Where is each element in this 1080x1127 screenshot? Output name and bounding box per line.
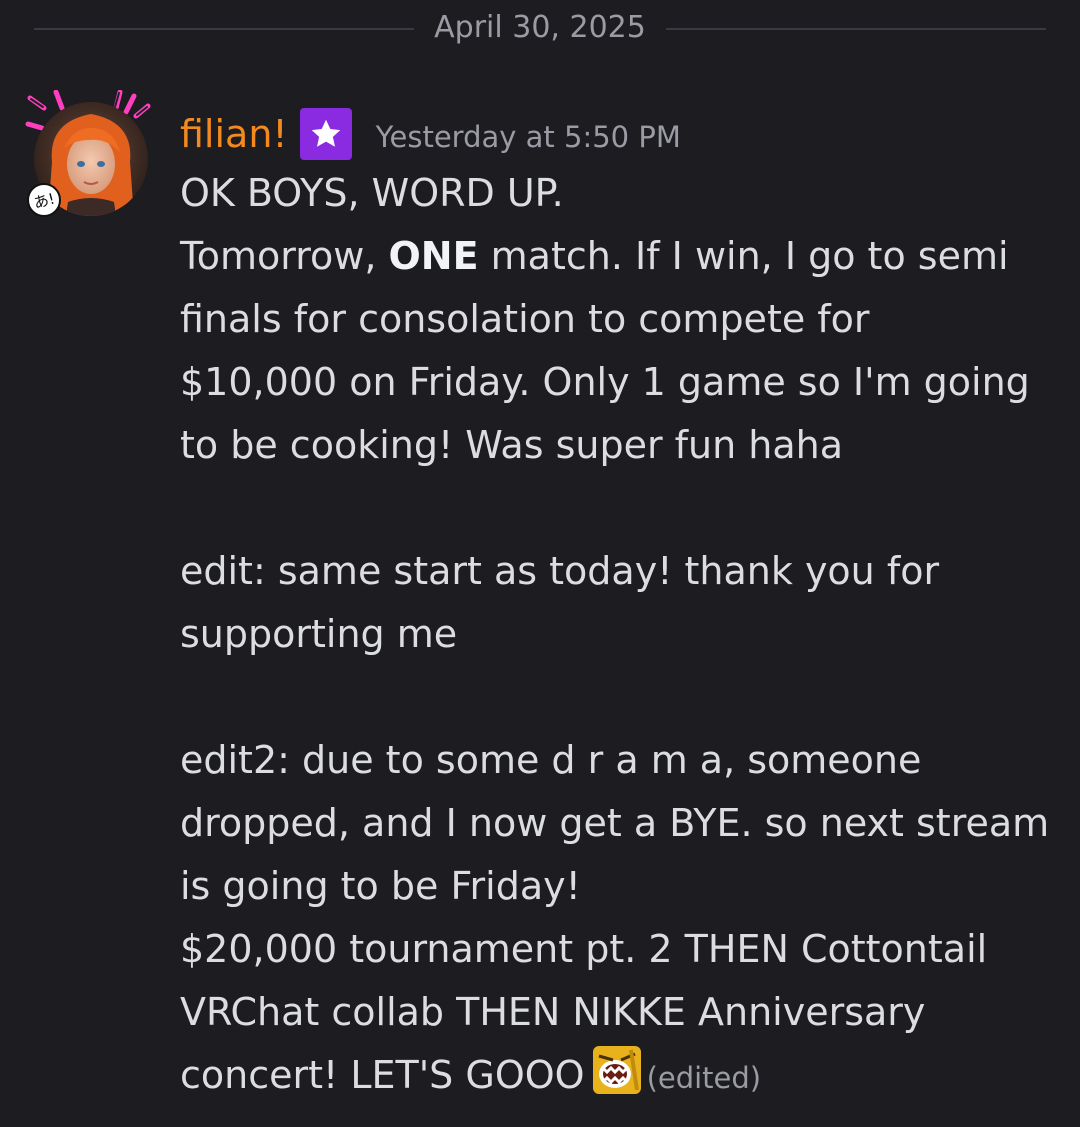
- edited-label: (edited): [646, 1061, 762, 1095]
- message-line: $10,000 on Friday. Only 1 game so I'm go…: [180, 360, 1030, 404]
- message-line: edit2: due to some d r a m a, someone: [180, 738, 922, 782]
- message-bold-text: ONE: [388, 234, 479, 278]
- message-line: to be cooking! Was super fun haha: [180, 423, 844, 467]
- divider-line-left: [34, 28, 414, 30]
- date-divider: April 30, 2025: [0, 0, 1080, 58]
- star-icon[interactable]: [299, 108, 352, 160]
- message-text: concert! LET'S GOOO: [180, 1053, 585, 1097]
- message-text: Tomorrow,: [180, 234, 389, 278]
- message-line: VRChat collab THEN NIKKE Anniversary: [180, 990, 926, 1034]
- date-divider-label: April 30, 2025: [434, 10, 646, 45]
- message-header: filian! Yesterday at 5:50 PM: [180, 108, 681, 160]
- message-line: $20,000 tournament pt. 2 THEN Cottontail: [180, 927, 988, 971]
- username[interactable]: filian!: [180, 108, 288, 160]
- message-line: is going to be Friday!: [180, 864, 581, 908]
- message-line: finals for consolation to compete for: [180, 297, 870, 341]
- message-line: concert! LET'S GOOO (edited): [180, 1044, 1060, 1110]
- message-line: Tomorrow, ONE match. If I win, I go to s…: [180, 225, 1060, 288]
- message-line: edit: same start as today! thank you for: [180, 549, 940, 593]
- message-line: OK BOYS, WORD UP.: [180, 171, 564, 215]
- avatar-status-badge: あ!: [26, 182, 62, 218]
- avatar[interactable]: あ!: [22, 90, 162, 230]
- message-line: dropped, and I now get a BYE. so next st…: [180, 801, 1050, 845]
- divider-line-right: [666, 28, 1046, 30]
- message-line: supporting me: [180, 612, 458, 656]
- screaming-emoji-icon[interactable]: [591, 1044, 643, 1096]
- message-timestamp[interactable]: Yesterday at 5:50 PM: [376, 105, 681, 163]
- message-text: match. If I win, I go to semi: [478, 234, 1009, 278]
- message-body: OK BOYS, WORD UP. Tomorrow, ONE match. I…: [180, 162, 1060, 1110]
